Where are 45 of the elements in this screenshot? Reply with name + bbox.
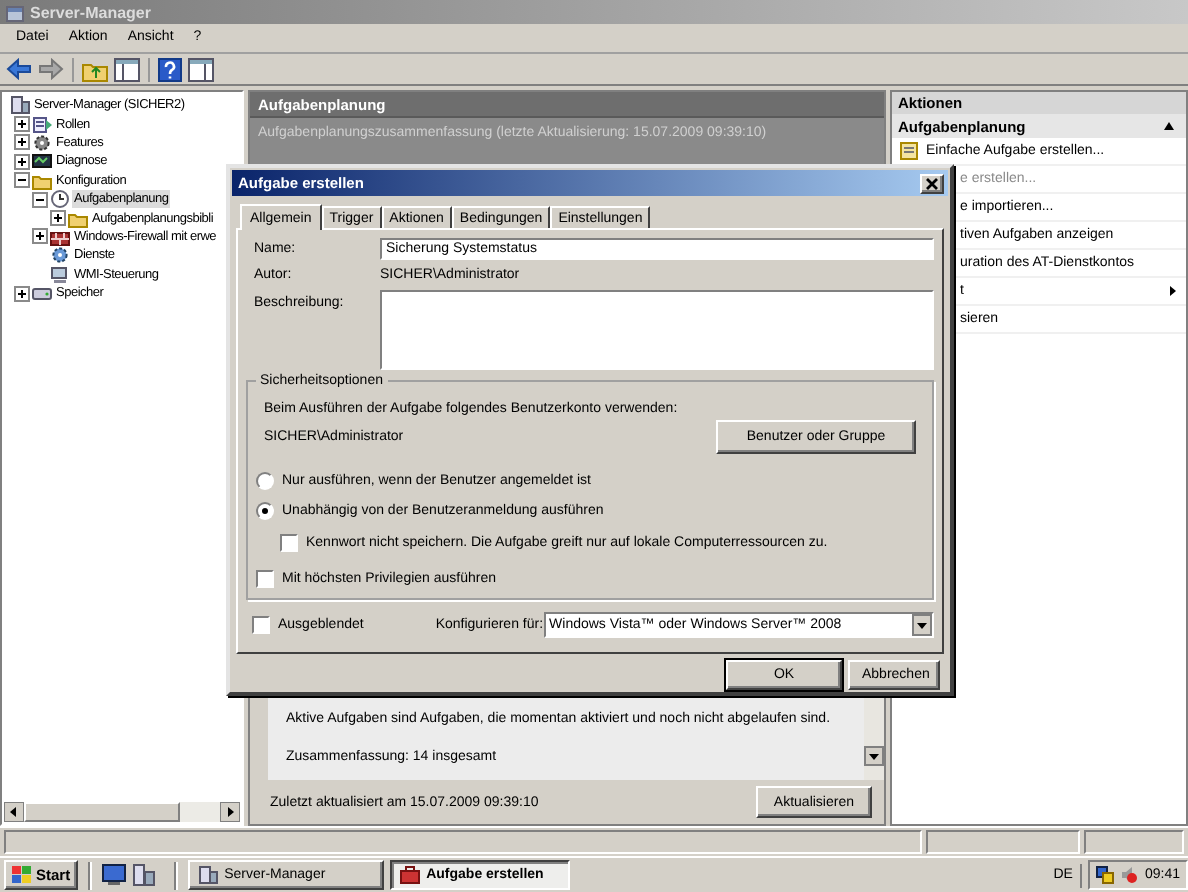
server-icon[interactable] (132, 864, 157, 886)
server-icon (198, 866, 219, 884)
submenu-arrow-icon (1170, 286, 1176, 296)
collapse-icon (1164, 122, 1174, 130)
back-icon[interactable] (6, 58, 32, 80)
toolbox-icon (400, 866, 421, 884)
expander-icon[interactable] (50, 210, 66, 227)
scroll-left-icon[interactable] (4, 802, 24, 822)
forward-icon[interactable] (38, 58, 64, 80)
document-icon (32, 115, 52, 134)
network-icon[interactable] (1096, 866, 1115, 884)
scroll-right-icon[interactable] (220, 802, 240, 822)
clock-icon (50, 190, 70, 209)
brick-wall-icon (50, 227, 70, 246)
gear-icon (50, 246, 70, 265)
task-icon (900, 142, 918, 160)
expander-icon[interactable] (32, 228, 48, 245)
radio-button[interactable] (256, 501, 274, 519)
gear-icon (32, 133, 52, 152)
description-field[interactable] (380, 290, 934, 370)
radio-button[interactable] (256, 471, 274, 489)
help-icon[interactable] (158, 57, 182, 81)
checkbox[interactable] (280, 533, 298, 551)
computer-icon (50, 265, 70, 284)
scroll-down-icon[interactable] (864, 746, 884, 766)
panel-icon[interactable] (114, 57, 140, 81)
checkbox[interactable] (252, 616, 270, 634)
checkbox[interactable] (256, 569, 274, 587)
expander-icon[interactable] (14, 172, 30, 189)
window-icon (6, 3, 24, 21)
window-title: Server-Manager (30, 3, 151, 21)
expander-icon[interactable] (14, 153, 30, 170)
status-bar-panel (1084, 830, 1184, 854)
expander-icon[interactable] (32, 191, 48, 208)
close-icon (926, 177, 938, 189)
monitor-icon (32, 152, 52, 171)
server-icon (10, 96, 30, 115)
windows-flag-icon (12, 866, 32, 884)
panel-icon[interactable] (188, 57, 214, 81)
expander-icon[interactable] (14, 134, 30, 151)
desktop-icon[interactable] (102, 864, 127, 886)
expander-icon[interactable] (14, 285, 30, 302)
close-button[interactable] (920, 173, 944, 193)
disk-drive-icon (32, 284, 52, 303)
expander-icon[interactable] (14, 116, 30, 133)
